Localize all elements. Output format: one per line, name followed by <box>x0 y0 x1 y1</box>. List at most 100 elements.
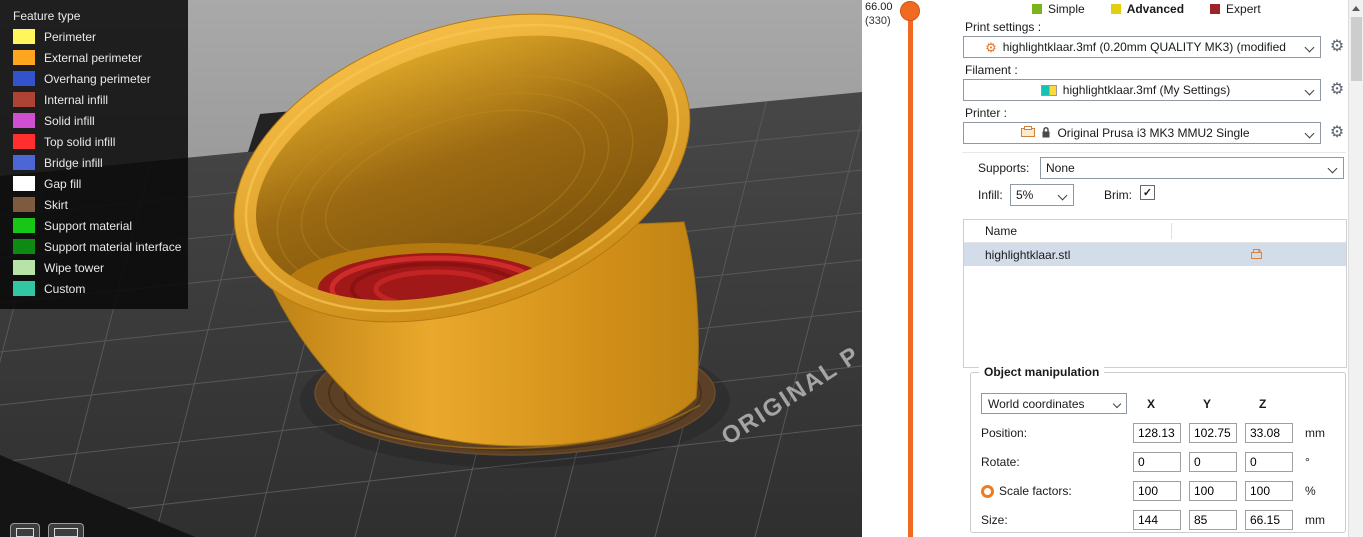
legend-item-label: Support material interface <box>44 239 182 254</box>
3d-viewport[interactable]: ORIGINAL P Feature type Perimeter Extern… <box>0 0 862 537</box>
scale-y-input[interactable] <box>1189 481 1237 501</box>
axis-x-header: X <box>1147 396 1156 411</box>
mode-advanced[interactable]: Advanced <box>1110 1 1185 16</box>
feature-color-swatch <box>13 29 35 44</box>
section-divider <box>962 152 1346 153</box>
position-x-input[interactable] <box>1133 423 1181 443</box>
mode-advanced-label: Advanced <box>1126 1 1185 16</box>
scale-label-cell: Scale factors: <box>981 484 1133 498</box>
legend-item: Support material <box>13 215 188 236</box>
print-settings-gear-button[interactable]: ⚙ <box>1328 38 1346 56</box>
brim-checkbox[interactable]: ✓ <box>1140 185 1155 200</box>
object-manipulation-group: Object manipulation World coordinates X … <box>970 365 1346 533</box>
feature-color-swatch <box>13 92 35 107</box>
feature-type-legend: Feature type Perimeter External perimete… <box>0 0 188 309</box>
viewport-toolbar-icon[interactable] <box>10 523 40 537</box>
size-y-input[interactable] <box>1189 510 1237 530</box>
legend-item-label: Skirt <box>44 197 68 212</box>
feature-color-swatch <box>13 134 35 149</box>
legend-item: Bridge infill <box>13 152 188 173</box>
mode-expert-icon <box>1210 3 1221 14</box>
mode-simple[interactable]: Simple <box>1032 2 1085 16</box>
mode-advanced-icon <box>1110 3 1121 14</box>
mode-expert[interactable]: Expert <box>1210 2 1261 16</box>
legend-item-label: Solid infill <box>44 113 95 128</box>
legend-item-label: Support material <box>44 218 133 233</box>
position-y-input[interactable] <box>1189 423 1237 443</box>
up-arrow-icon <box>1352 5 1360 11</box>
rotate-y-input[interactable] <box>1189 452 1237 472</box>
legend-item: Skirt <box>13 194 188 215</box>
legend-item: Solid infill <box>13 110 188 131</box>
position-z-input[interactable] <box>1245 423 1293 443</box>
legend-item: Wipe tower <box>13 257 188 278</box>
size-label: Size: <box>981 513 1008 527</box>
brim-label: Brim: <box>1104 188 1132 202</box>
legend-item-label: Perimeter <box>44 29 97 44</box>
supports-select[interactable]: None <box>1040 157 1344 179</box>
scale-warning-icon[interactable] <box>981 484 994 498</box>
feature-color-swatch <box>13 50 35 65</box>
infill-select[interactable]: 5% <box>1010 184 1074 206</box>
scroll-up-button[interactable] <box>1349 0 1363 16</box>
scale-label: Scale factors: <box>999 484 1072 498</box>
filament-gear-button[interactable]: ⚙ <box>1328 81 1346 99</box>
size-z-input[interactable] <box>1245 510 1293 530</box>
layer-slider-area: 66.00 (330) <box>862 0 962 537</box>
feature-color-swatch <box>13 239 35 254</box>
printer-combo[interactable]: Original Prusa i3 MK3 MMU2 Single <box>963 122 1321 144</box>
legend-item: Perimeter <box>13 26 188 47</box>
legend-item-label: Internal infill <box>44 92 109 107</box>
scrollbar-thumb[interactable] <box>1351 17 1362 81</box>
mode-simple-label: Simple <box>1048 1 1085 16</box>
right-panel: Simple Advanced Expert Print settings : … <box>962 0 1348 537</box>
object-list-header: Name <box>964 220 1346 243</box>
axis-y-header: Y <box>1203 396 1212 411</box>
print-settings-value: highlightklaar.3mf (0.20mm QUALITY MK3) … <box>1002 40 1286 54</box>
filament-color-swatch <box>1040 84 1057 96</box>
rotate-z-input[interactable] <box>1245 452 1293 472</box>
size-x-input[interactable] <box>1133 510 1181 530</box>
feature-color-swatch <box>13 281 35 296</box>
mode-expert-label: Expert <box>1226 1 1261 16</box>
legend-item-label: Custom <box>44 281 86 296</box>
legend-item: Custom <box>13 278 188 299</box>
printer-icon <box>1021 126 1036 140</box>
name-column-header: Name <box>985 224 1018 238</box>
layer-height-value: 66.00 <box>865 1 893 13</box>
feature-color-swatch <box>13 176 35 191</box>
scale-z-input[interactable] <box>1245 481 1293 501</box>
layer-slider-track[interactable] <box>908 14 913 537</box>
legend-item-label: Gap fill <box>44 176 82 191</box>
mode-switcher: Simple Advanced Expert <box>1032 0 1261 17</box>
chevron-down-icon <box>1304 128 1315 139</box>
coordinates-select[interactable]: World coordinates <box>981 393 1127 414</box>
legend-item-label: Bridge infill <box>44 155 103 170</box>
infill-label: Infill: <box>978 188 1003 202</box>
printer-gear-button[interactable]: ⚙ <box>1328 124 1346 142</box>
printable-toggle-icon[interactable] <box>1250 248 1263 264</box>
rotate-x-input[interactable] <box>1133 452 1181 472</box>
object-list-row[interactable]: highlightklaar.stl <box>964 243 1346 266</box>
feature-color-swatch <box>13 260 35 275</box>
print-settings-label: Print settings : <box>965 20 1042 34</box>
legend-item-label: Top solid infill <box>44 134 116 149</box>
print-settings-combo[interactable]: ⚙ highlightklaar.3mf (0.20mm QUALITY MK3… <box>963 36 1321 58</box>
panel-scrollbar[interactable] <box>1348 0 1363 537</box>
rotate-unit: ° <box>1305 455 1310 469</box>
chevron-down-icon <box>1112 399 1122 409</box>
scale-unit: % <box>1305 484 1316 498</box>
layer-slider-handle[interactable] <box>900 1 920 21</box>
preset-modified-icon: ⚙ <box>985 39 997 55</box>
legend-item-label: Wipe tower <box>44 260 105 275</box>
filament-combo[interactable]: highlightklaar.3mf (My Settings) <box>963 79 1321 101</box>
layer-number: (330) <box>865 15 891 27</box>
legend-item: Gap fill <box>13 173 188 194</box>
chevron-down-icon <box>1057 190 1068 201</box>
scale-x-input[interactable] <box>1133 481 1181 501</box>
viewport-toolbar-icon[interactable] <box>48 523 84 537</box>
printer-label: Printer : <box>965 106 1008 120</box>
size-unit: mm <box>1305 513 1325 527</box>
prusaslicer-window: ORIGINAL P Feature type Perimeter Extern… <box>0 0 1363 537</box>
supports-value: None <box>1046 161 1075 175</box>
